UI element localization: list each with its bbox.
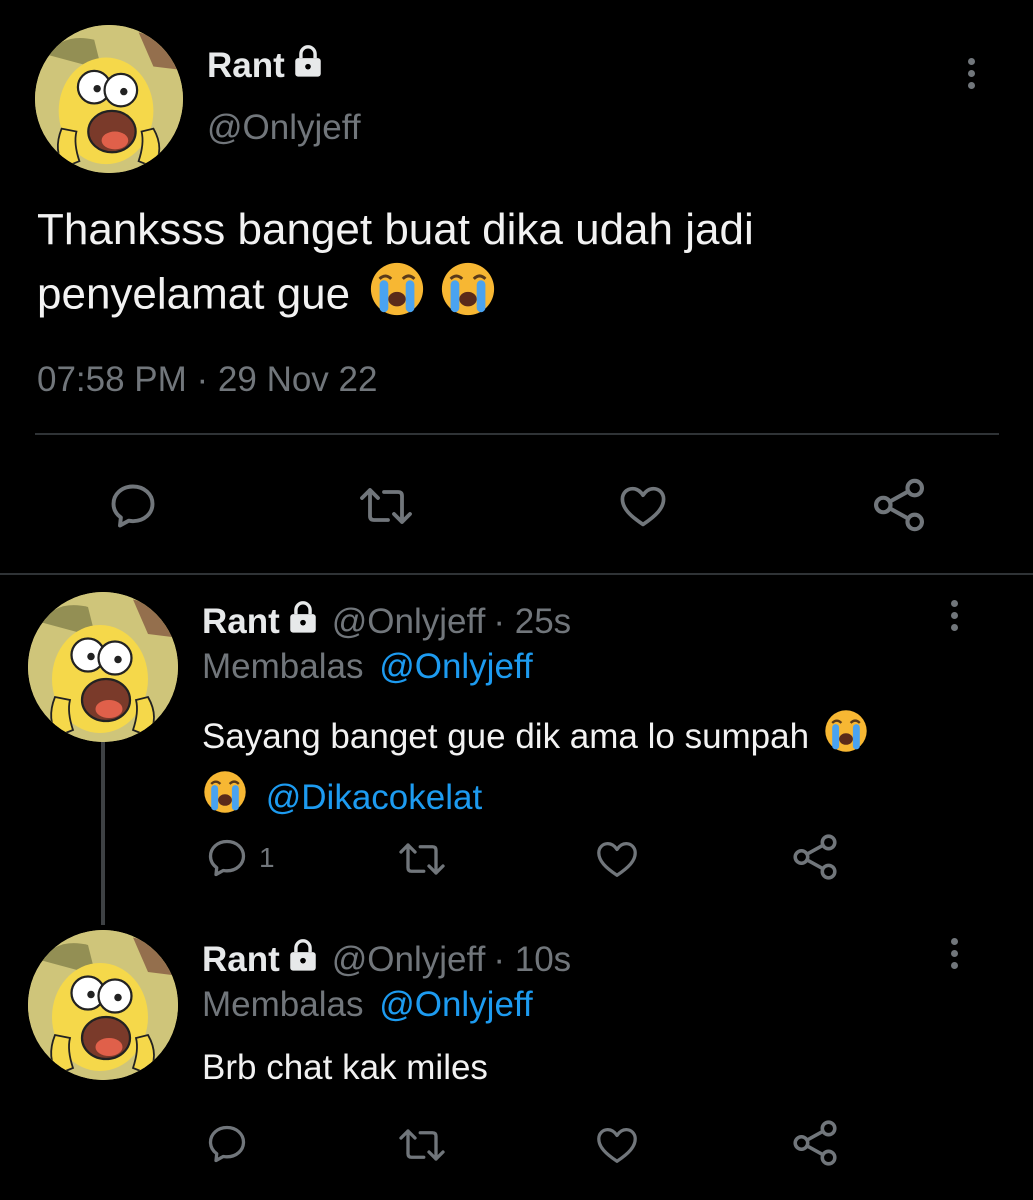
replying-label: Membalas	[202, 647, 364, 686]
reply-header: Rant @Onlyjeff · 25s	[202, 600, 571, 643]
share-icon	[793, 834, 837, 880]
replying-to-handle[interactable]: @Onlyjeff	[379, 985, 533, 1024]
more-options-icon[interactable]	[951, 600, 958, 631]
reply-button[interactable]	[203, 1122, 251, 1166]
replying-to-handle[interactable]: @Onlyjeff	[379, 647, 533, 686]
reply-text: Brb chat kak miles	[202, 1048, 488, 1087]
reply-button[interactable]	[105, 480, 161, 532]
retweet-button[interactable]	[355, 482, 417, 530]
crying-face-icon	[202, 769, 248, 830]
crying-face-icon	[439, 260, 497, 334]
like-button[interactable]	[614, 480, 672, 532]
retweet-button[interactable]	[395, 1124, 449, 1166]
tweet-timestamp[interactable]: 07:58 PM · 29 Nov 22	[37, 360, 377, 400]
more-options-icon[interactable]	[951, 938, 958, 969]
share-button[interactable]	[790, 832, 840, 882]
display-name[interactable]: Rant	[202, 602, 280, 642]
reply-time[interactable]: · 25s	[493, 602, 571, 642]
author-handle[interactable]: @Onlyjeff	[332, 602, 486, 642]
reply-time[interactable]: · 10s	[493, 940, 571, 980]
author-name-row[interactable]: Rant	[207, 44, 325, 87]
reply-icon	[111, 484, 155, 528]
replying-to: Membalas @Onlyjeff	[202, 985, 533, 1025]
tweet-text: Thanksss banget buat dika udah jadi peny…	[37, 200, 754, 334]
display-name[interactable]: Rant	[207, 46, 285, 86]
thread-connector	[101, 740, 105, 925]
reply-icon	[208, 1125, 246, 1163]
section-divider	[0, 573, 1033, 575]
share-button[interactable]	[870, 476, 928, 534]
reply-header: Rant @Onlyjeff · 10s	[202, 938, 571, 981]
more-options-icon[interactable]	[968, 58, 975, 89]
lock-icon	[291, 44, 325, 87]
like-icon	[620, 486, 666, 527]
lock-icon	[286, 600, 320, 643]
avatar[interactable]	[35, 25, 183, 173]
avatar[interactable]	[28, 592, 178, 742]
author-handle[interactable]: @Onlyjeff	[332, 940, 486, 980]
display-name[interactable]: Rant	[202, 940, 280, 980]
share-icon	[793, 1120, 837, 1166]
divider	[35, 433, 999, 435]
like-icon	[597, 1128, 637, 1163]
like-button[interactable]	[592, 836, 642, 882]
reply-icon	[208, 839, 246, 877]
crying-face-icon	[368, 260, 426, 334]
mention-link[interactable]: @Dikacokelat	[266, 778, 482, 817]
avatar[interactable]	[28, 930, 178, 1080]
like-button[interactable]	[592, 1122, 642, 1168]
replying-to: Membalas @Onlyjeff	[202, 647, 533, 687]
retweet-icon	[360, 488, 412, 524]
like-icon	[597, 842, 637, 877]
tweet-text-line: Thanksss banget buat dika udah jadi	[37, 205, 754, 254]
retweet-button[interactable]	[395, 838, 449, 880]
lock-icon	[286, 938, 320, 981]
reply-button[interactable]: 1	[203, 836, 275, 880]
reply-text-line-1: Sayang banget gue dik ama lo sumpah	[202, 708, 869, 769]
retweet-icon	[399, 843, 445, 875]
retweet-icon	[399, 1129, 445, 1161]
tweet-text-line-2: penyelamat gue	[37, 260, 754, 334]
replying-label: Membalas	[202, 985, 364, 1024]
tweet-text-part: penyelamat gue	[37, 269, 351, 319]
reply-text: Sayang banget gue dik ama lo sumpah @Dik…	[202, 708, 869, 830]
reply-text-line-2: @Dikacokelat	[202, 769, 869, 830]
share-icon	[873, 478, 925, 532]
reply-text-part: Sayang banget gue dik ama lo sumpah	[202, 716, 810, 756]
reply-count: 1	[259, 842, 275, 873]
crying-face-icon	[823, 708, 869, 769]
author-handle[interactable]: @Onlyjeff	[207, 108, 361, 148]
share-button[interactable]	[790, 1118, 840, 1168]
